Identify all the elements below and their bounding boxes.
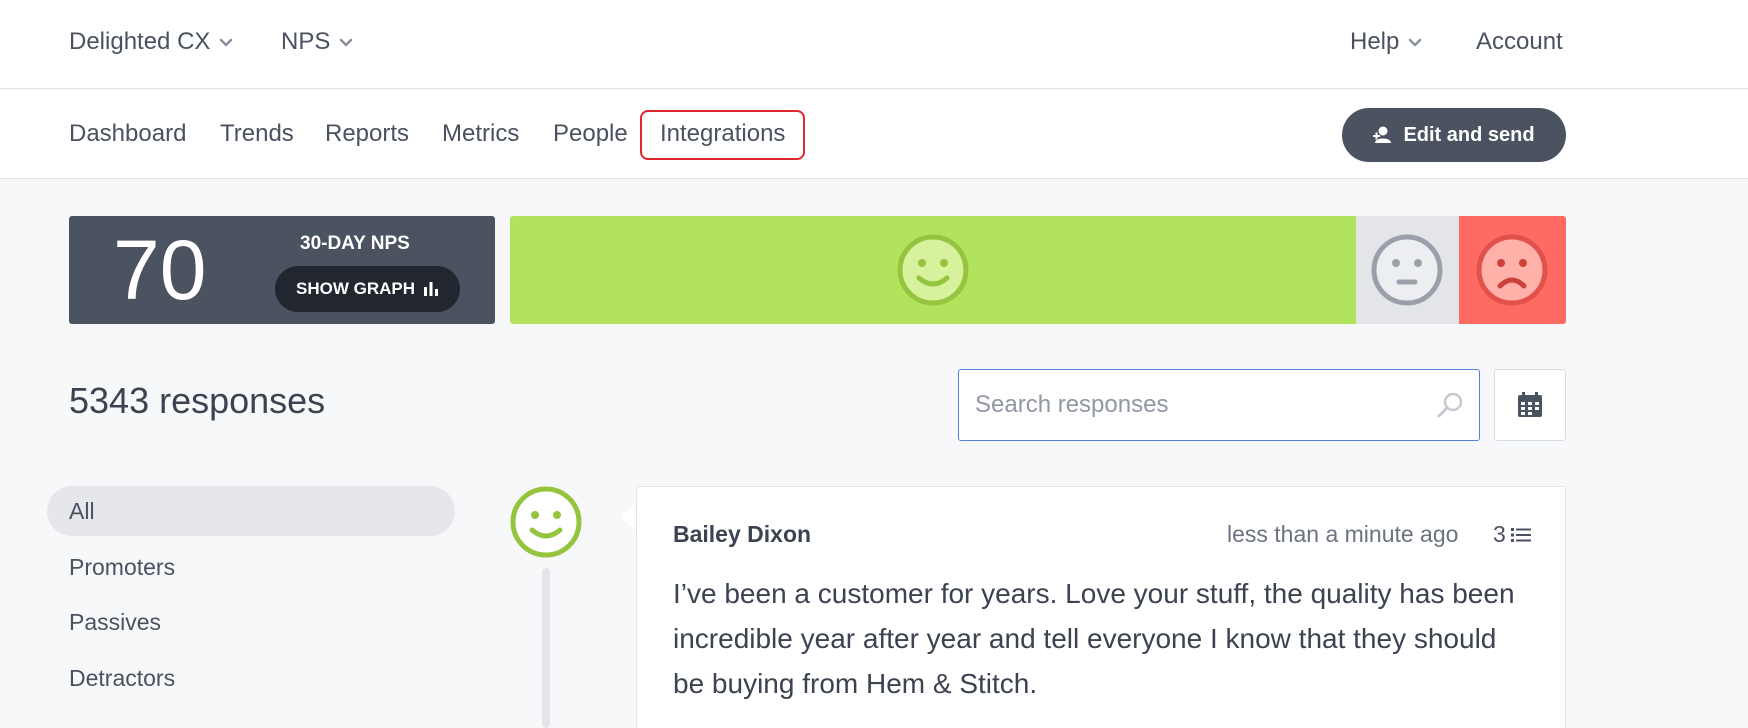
nav-reports[interactable]: Reports <box>325 120 409 148</box>
timeline-line <box>542 568 550 728</box>
show-graph-label: SHOW GRAPH <box>296 279 415 298</box>
notes-count: 3 <box>1493 521 1506 547</box>
filter-passives[interactable]: Passives <box>69 609 161 636</box>
main-nav: Dashboard Trends Reports Metrics People … <box>0 90 1748 179</box>
passives-segment[interactable] <box>1355 216 1459 324</box>
filter-all[interactable]: All <box>69 498 95 525</box>
nps-breakdown-bar[interactable] <box>510 216 1566 324</box>
nav-trends[interactable]: Trends <box>220 120 294 148</box>
search-box <box>958 369 1480 441</box>
respondent-name[interactable]: Bailey Dixon <box>673 521 811 548</box>
nps-label: 30-DAY NPS <box>300 233 410 254</box>
nav-dashboard[interactable]: Dashboard <box>69 120 186 148</box>
calendar-icon <box>1518 392 1542 417</box>
nps-score-card: 70 30-DAY NPS SHOW GRAPH <box>69 216 495 324</box>
happy-face-icon <box>897 234 969 306</box>
chevron-down-icon <box>340 38 353 47</box>
responses-count: 5343 responses <box>69 380 326 421</box>
nav-integrations[interactable]: Integrations <box>660 120 785 148</box>
survey-type-dropdown[interactable]: NPS <box>281 28 354 56</box>
response-card[interactable]: Bailey Dixon less than a minute ago 3 I’… <box>636 486 1566 728</box>
bar-chart-icon <box>424 282 438 296</box>
edit-and-send-button[interactable]: Edit and send <box>1342 108 1566 162</box>
account-link[interactable]: Account <box>1476 28 1563 56</box>
edit-and-send-label: Edit and send <box>1403 123 1535 146</box>
filter-detractors[interactable]: Detractors <box>69 665 175 692</box>
search-input[interactable] <box>975 370 1425 440</box>
nps-score: 70 <box>113 223 207 317</box>
notes-count-button[interactable]: 3 <box>1493 521 1531 548</box>
account-label: Account <box>1476 28 1563 55</box>
help-dropdown[interactable]: Help <box>1350 28 1423 56</box>
detractors-segment[interactable] <box>1458 216 1566 324</box>
top-bar: Delighted CX NPS Help Account <box>0 0 1748 89</box>
happy-face-icon <box>510 486 582 558</box>
filter-all-selected-bg <box>47 486 455 536</box>
response-timestamp: less than a minute ago <box>1227 521 1459 547</box>
filter-promoters[interactable]: Promoters <box>69 554 175 581</box>
help-label: Help <box>1350 28 1400 55</box>
list-icon <box>1510 527 1531 542</box>
nav-people[interactable]: People <box>553 120 628 148</box>
response-card-pointer <box>620 503 636 531</box>
brand-label: Delighted CX <box>69 28 211 55</box>
sad-face-icon <box>1476 234 1548 306</box>
response-comment: I’ve been a customer for years. Love you… <box>673 578 1515 699</box>
survey-type-label: NPS <box>281 28 331 55</box>
nav-metrics[interactable]: Metrics <box>442 120 519 148</box>
brand-dropdown[interactable]: Delighted CX <box>69 28 234 56</box>
person-add-icon <box>1373 126 1392 143</box>
promoters-segment[interactable] <box>510 216 1356 324</box>
chevron-down-icon <box>220 38 233 47</box>
chevron-down-icon <box>1409 38 1422 47</box>
calendar-button[interactable] <box>1494 369 1566 441</box>
neutral-face-icon <box>1371 234 1443 306</box>
search-icon[interactable] <box>1437 392 1463 418</box>
show-graph-button[interactable]: SHOW GRAPH <box>275 266 460 312</box>
